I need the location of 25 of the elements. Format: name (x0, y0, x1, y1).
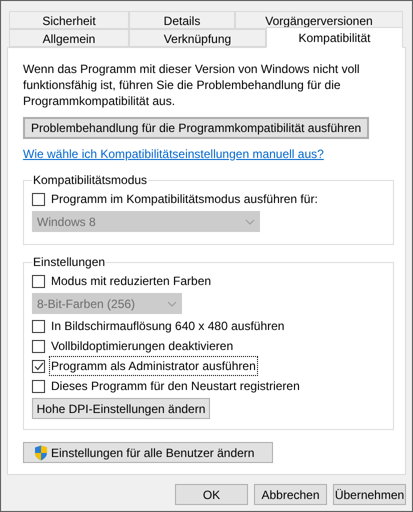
dropdown-value: 8-Bit-Farben (256) (37, 296, 136, 312)
tab[interactable]: Sicherheit (9, 11, 129, 29)
tab[interactable]: Vorgängerversionen (235, 11, 403, 29)
dropdown-value: Windows 8 (37, 214, 96, 230)
dpi-settings-button[interactable]: Hohe DPI-Einstellungen ändern (32, 398, 210, 419)
checkbox-label: Modus mit reduzierten Farben (50, 273, 212, 290)
group-title: Kompatibilitätsmodus (32, 172, 148, 189)
help-link[interactable]: Wie wähle ich Kompatibilitätseinstellungen manuell aus? (23, 145, 324, 163)
checkbox-label: Programm als Administrator ausführen (49, 356, 258, 376)
tab[interactable]: Allgemein (9, 29, 129, 47)
troubleshoot-button[interactable]: Problembehandlung für die Programmkompatibilität ausführen (23, 117, 370, 139)
all-users-label: Einstellungen für alle Benutzer ändern (51, 444, 254, 462)
checkbox-label: Vollbildoptimierungen deaktivieren (50, 338, 234, 355)
checkbox-label: Dieses Programm für den Neustart registrieren (50, 378, 301, 395)
intro-text: Wenn das Programm mit dieser Version von Windows nicht voll funktionsfähig ist, führen Sie die Problembehandlung für die Programmkompatibilität aus. (23, 61, 361, 109)
group-title: Einstellungen (32, 254, 106, 271)
checkbox-label: Programm im Kompatibilitätsmodus ausführen für: (50, 191, 319, 208)
all-users-button[interactable]: Einstellungen für alle Benutzer ändern (23, 442, 273, 463)
dialog-button[interactable]: Abbrechen (254, 484, 327, 505)
tab[interactable]: Details (129, 11, 235, 29)
dialog-button[interactable]: OK (175, 484, 248, 505)
checkbox-label: In Bildschirmauflösung 640 x 480 ausführen (50, 318, 286, 335)
tab[interactable]: Verknüpfung (129, 29, 266, 47)
dialog-button[interactable]: Übernehmen (333, 484, 406, 505)
tab[interactable]: Kompatibilität (266, 27, 403, 48)
